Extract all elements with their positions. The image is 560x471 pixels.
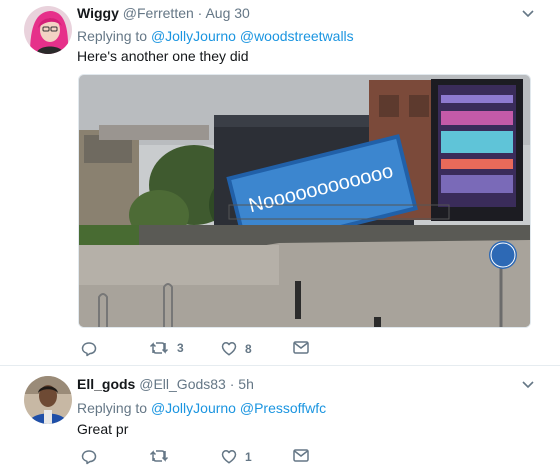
tweet-actions: 3 8 [77, 341, 537, 361]
tweet-actions: 1 [77, 449, 537, 469]
separator-dot: · [229, 376, 235, 392]
like-count: 1 [245, 449, 252, 464]
direct-message-button[interactable] [293, 449, 309, 462]
mention-link[interactable]: @woodstreetwalls [240, 28, 354, 44]
tweet-2[interactable]: Ell_gods @Ell_Gods83 · 5h Replying to @J… [0, 366, 560, 471]
user-handle[interactable]: @Ell_Gods83 [139, 376, 226, 392]
reply-button[interactable] [81, 449, 105, 465]
retweet-icon [149, 342, 169, 354]
display-name[interactable]: Wiggy [77, 5, 119, 21]
retweet-count: 3 [177, 341, 184, 355]
reply-icon [81, 342, 97, 357]
direct-message-icon [293, 449, 309, 462]
tweet-text: Here's another one they did [77, 48, 249, 64]
retweet-button[interactable]: 3 [149, 341, 184, 355]
retweet-icon [149, 450, 169, 462]
mention-link[interactable]: @Pressoffwfc [240, 400, 326, 416]
timestamp[interactable]: 5h [238, 376, 254, 392]
tweet-text: Great pr [77, 421, 129, 437]
avatar-ell-gods[interactable] [24, 376, 72, 424]
mention-link[interactable]: @JollyJourno [151, 28, 236, 44]
replying-prefix: Replying to [77, 400, 148, 416]
direct-message-button[interactable] [293, 341, 309, 354]
avatar-wiggy[interactable] [24, 6, 72, 54]
timestamp[interactable]: Aug 30 [205, 5, 249, 21]
like-button[interactable]: 1 [221, 449, 252, 464]
tweet-1[interactable]: Wiggy @Ferretten · Aug 30 Replying to @J… [0, 0, 560, 365]
chevron-down-icon[interactable] [522, 381, 534, 389]
direct-message-icon [293, 341, 309, 354]
replying-to: Replying to @JollyJourno @Pressoffwfc [77, 400, 326, 416]
tweet-photo[interactable]: Noooooooooooo [78, 74, 531, 328]
reply-icon [81, 450, 97, 465]
display-name[interactable]: Ell_gods [77, 376, 135, 392]
like-count: 8 [245, 341, 252, 356]
like-icon [221, 342, 237, 356]
reply-button[interactable] [81, 341, 105, 357]
mention-link[interactable]: @JollyJourno [151, 400, 236, 416]
user-handle[interactable]: @Ferretten [123, 5, 194, 21]
chevron-down-icon[interactable] [522, 10, 534, 18]
tweet-header: Wiggy @Ferretten · Aug 30 [77, 5, 250, 22]
separator-dot: · [197, 5, 203, 21]
replying-prefix: Replying to [77, 28, 148, 44]
tweet-header: Ell_gods @Ell_Gods83 · 5h [77, 376, 254, 393]
like-icon [221, 450, 237, 464]
retweet-button[interactable] [149, 449, 177, 463]
like-button[interactable]: 8 [221, 341, 252, 356]
replying-to: Replying to @JollyJourno @woodstreetwall… [77, 28, 354, 44]
